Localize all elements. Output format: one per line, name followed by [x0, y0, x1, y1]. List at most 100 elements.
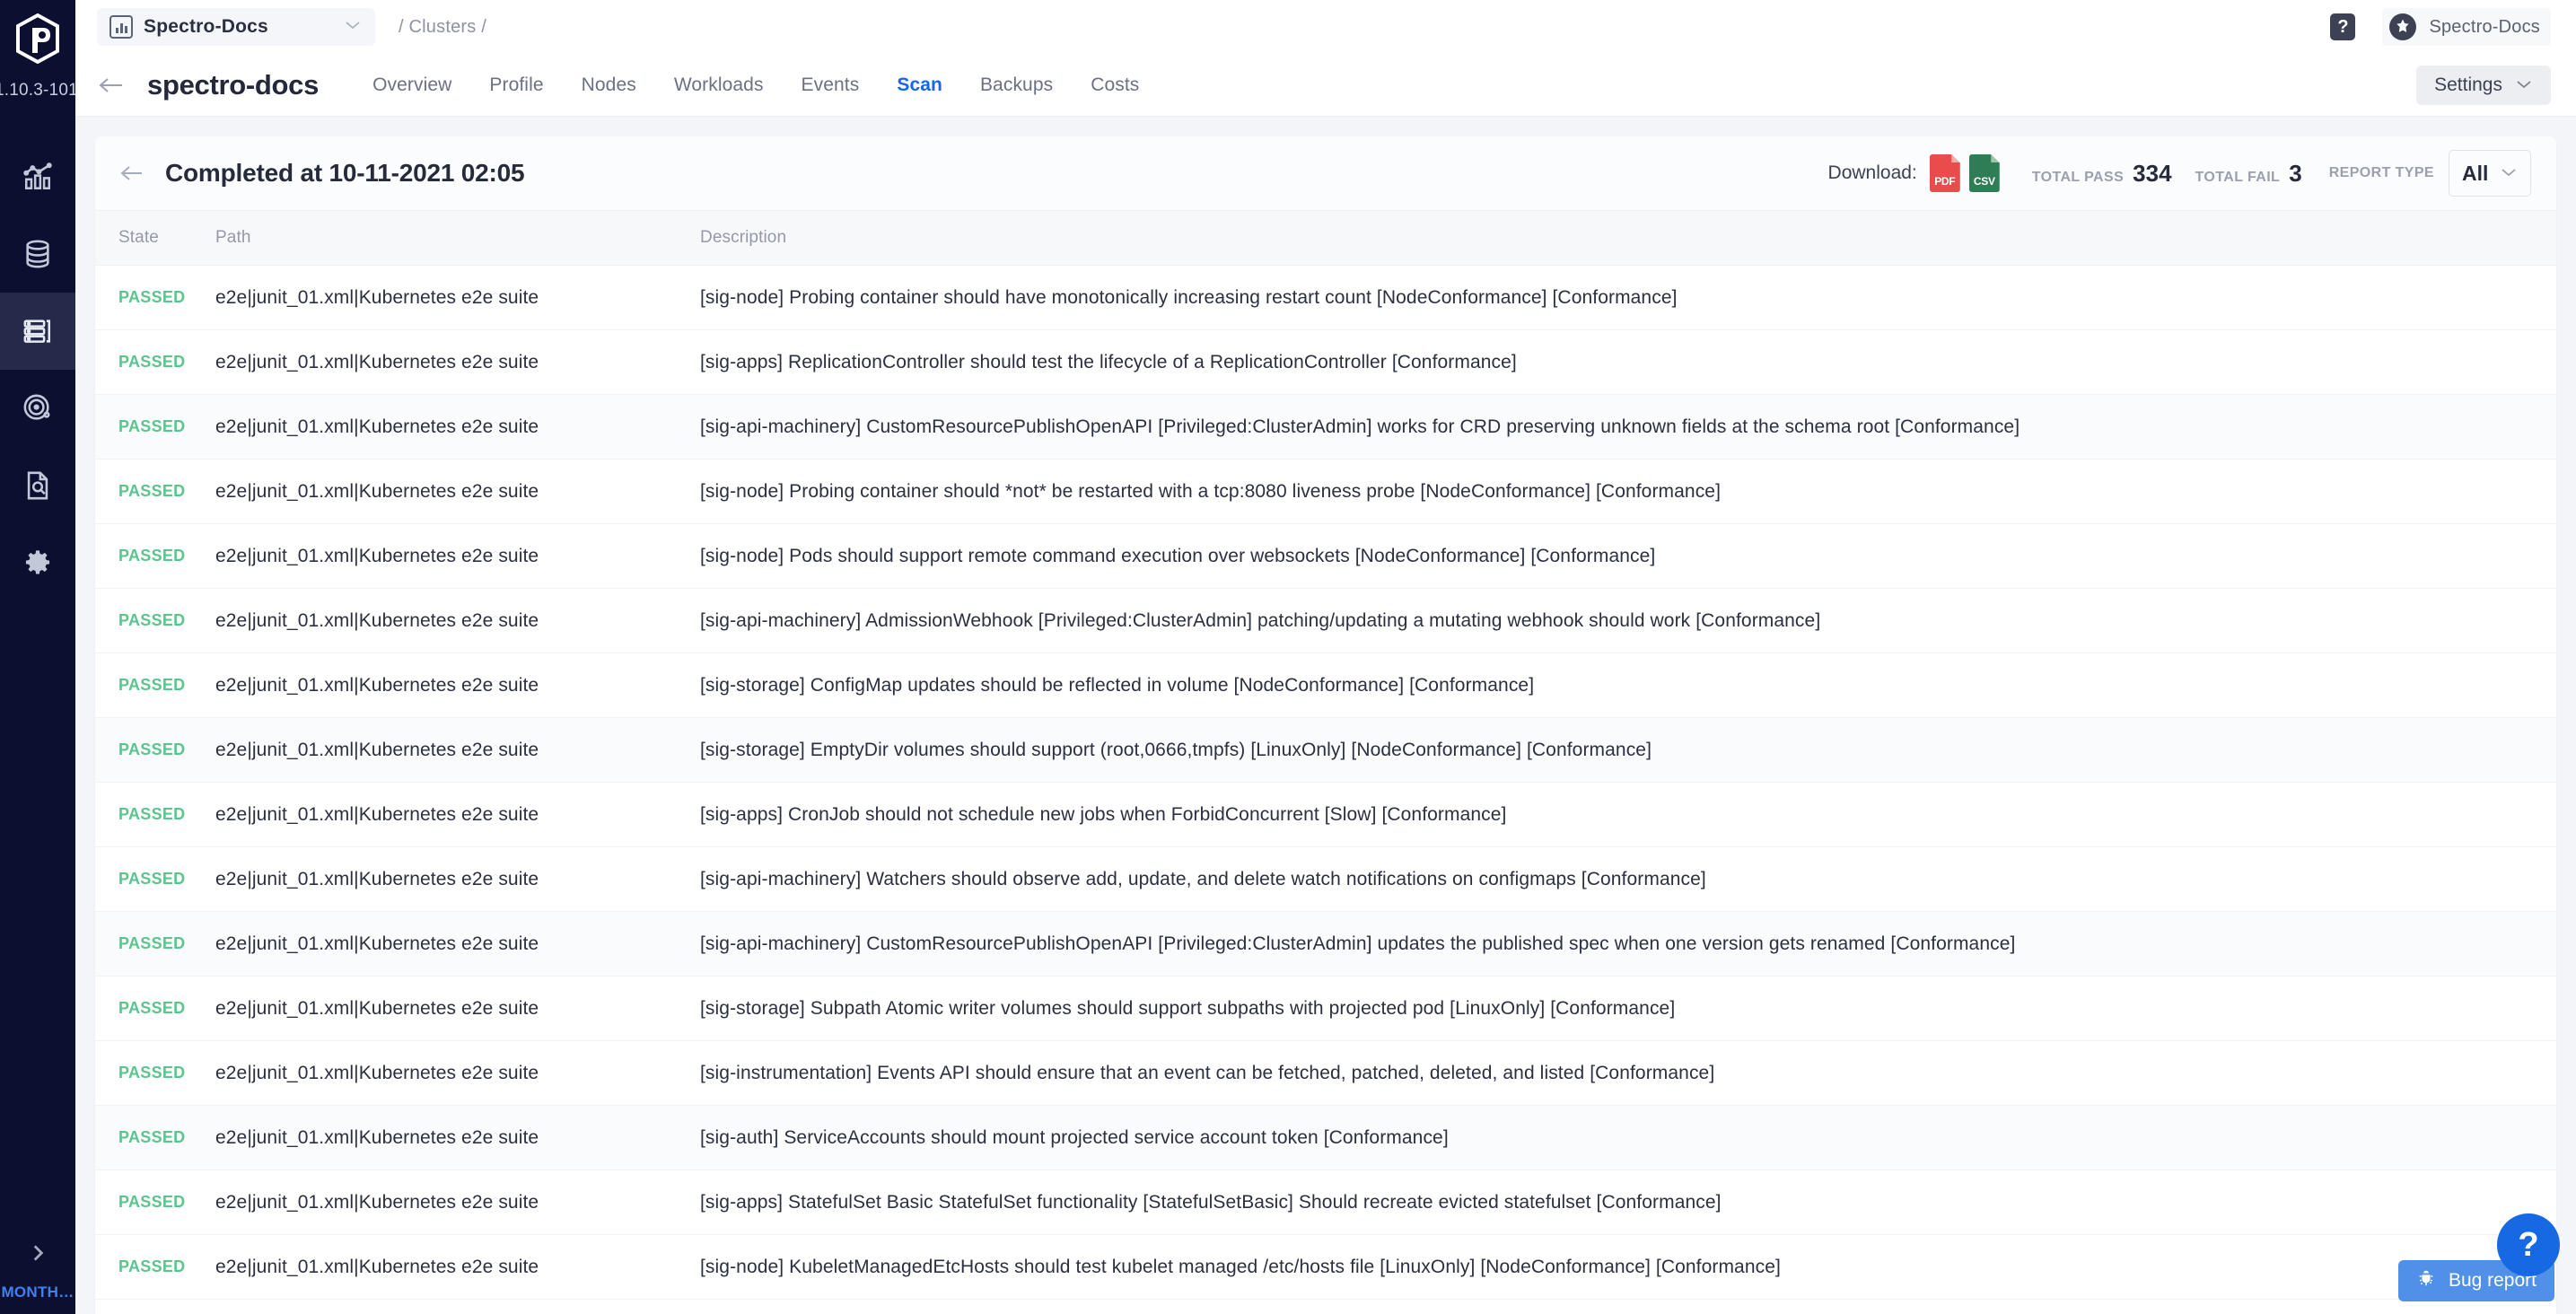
table-row[interactable]: PASSEDe2e|junit_01.xml|Kubernetes e2e su… [95, 524, 2556, 589]
spectrocloud-logo-icon[interactable] [0, 0, 75, 77]
row-description: [sig-api-machinery] Watchers should obse… [700, 869, 2533, 890]
arrow-left-icon[interactable] [118, 163, 147, 183]
arrow-left-icon[interactable] [97, 74, 127, 96]
sidebar-footer: MONTH… [0, 1241, 75, 1314]
table-row[interactable]: PASSEDe2e|junit_01.xml|Kubernetes e2e su… [95, 266, 2556, 330]
row-path: e2e|junit_01.xml|Kubernetes e2e suite [215, 481, 700, 503]
total-pass-stat: TOTAL PASS 334 [2032, 160, 2172, 188]
status-badge: PASSED [118, 353, 215, 372]
page-title: spectro-docs [147, 69, 319, 101]
tab-backups[interactable]: Backups [980, 74, 1053, 96]
tab-costs[interactable]: Costs [1091, 74, 1139, 96]
bug-icon [2416, 1268, 2436, 1293]
row-path: e2e|junit_01.xml|Kubernetes e2e suite [215, 610, 700, 632]
sidebar-item-settings[interactable] [0, 524, 75, 601]
table-row[interactable]: PASSEDe2e|junit_01.xml|Kubernetes e2e su… [95, 1235, 2556, 1300]
sidebar-item-dashboard[interactable] [0, 138, 75, 215]
row-description: [sig-node] Probing container should have… [700, 287, 2533, 309]
bar-chart-box-icon [110, 15, 133, 39]
status-badge: PASSED [118, 805, 215, 824]
analytics-chart-icon [22, 162, 53, 192]
status-badge: PASSED [118, 611, 215, 630]
scan-panel-header: Completed at 10-11-2021 02:05 Download: … [95, 136, 2556, 210]
row-path: e2e|junit_01.xml|Kubernetes e2e suite [215, 1127, 700, 1149]
main-area: Spectro-Docs / Clusters / ? Spectro-Docs [75, 0, 2576, 1314]
status-badge: PASSED [118, 740, 215, 759]
status-badge: PASSED [118, 934, 215, 953]
status-badge: PASSED [118, 288, 215, 307]
status-badge: PASSED [118, 1128, 215, 1147]
sidebar-item-projects[interactable] [0, 215, 75, 293]
chevron-down-icon [2500, 166, 2518, 180]
report-type-select[interactable]: All [2449, 150, 2531, 197]
row-path: e2e|junit_01.xml|Kubernetes e2e suite [215, 804, 700, 826]
help-fab-button[interactable]: ? [2497, 1213, 2560, 1276]
sidebar-item-profiles[interactable] [0, 370, 75, 447]
settings-button[interactable]: Settings [2416, 66, 2551, 105]
settings-button-label: Settings [2434, 74, 2502, 96]
orbit-atom-icon [22, 393, 53, 424]
status-badge: PASSED [118, 676, 215, 695]
column-header-state: State [118, 228, 215, 248]
user-menu[interactable]: Spectro-Docs [2382, 8, 2551, 46]
csv-file-icon[interactable]: CSV [1969, 154, 2000, 192]
row-description: [sig-auth] ServiceAccounts should mount … [700, 1127, 2533, 1149]
table-row[interactable]: PASSEDe2e|junit_01.xml|Kubernetes e2e su… [95, 1041, 2556, 1106]
tab-profile[interactable]: Profile [489, 74, 543, 96]
download-label: Download: [1828, 162, 1917, 184]
row-path: e2e|junit_01.xml|Kubernetes e2e suite [215, 287, 700, 309]
tab-overview[interactable]: Overview [372, 74, 451, 96]
row-description: [sig-instrumentation] Events API should … [700, 1063, 2533, 1084]
status-badge: PASSED [118, 870, 215, 889]
top-bar-right: ? Spectro-Docs [2330, 8, 2551, 46]
gear-icon [23, 548, 52, 577]
table-row[interactable]: PASSEDe2e|junit_01.xml|Kubernetes e2e su… [95, 330, 2556, 395]
row-path: e2e|junit_01.xml|Kubernetes e2e suite [215, 1257, 700, 1278]
app-root: 1.10.3-101121 [0, 0, 2576, 1314]
row-description: [sig-storage] Subpath Atomic writer volu… [700, 998, 2533, 1020]
row-path: e2e|junit_01.xml|Kubernetes e2e suite [215, 740, 700, 761]
table-row[interactable]: PASSEDe2e|junit_01.xml|Kubernetes e2e su… [95, 1170, 2556, 1235]
table-row[interactable]: PASSEDe2e|junit_01.xml|Kubernetes e2e su… [95, 395, 2556, 460]
table-row[interactable]: PASSEDe2e|junit_01.xml|Kubernetes e2e su… [95, 653, 2556, 718]
table-row[interactable]: PASSEDe2e|junit_01.xml|Kubernetes e2e su… [95, 912, 2556, 977]
sidebar-item-clusters[interactable] [0, 293, 75, 370]
tab-workloads[interactable]: Workloads [674, 74, 764, 96]
table-row[interactable]: PASSEDe2e|junit_01.xml|Kubernetes e2e su… [95, 460, 2556, 524]
scan-result-panel: Completed at 10-11-2021 02:05 Download: … [95, 136, 2556, 1314]
user-badge-icon [2389, 13, 2416, 40]
table-row[interactable]: PASSEDe2e|junit_01.xml|Kubernetes e2e su… [95, 847, 2556, 912]
status-badge: PASSED [118, 1193, 215, 1212]
cluster-header: spectro-docs Overview Profile Nodes Work… [75, 54, 2576, 117]
breadcrumb[interactable]: / Clusters / [399, 17, 486, 38]
tab-nodes[interactable]: Nodes [582, 74, 636, 96]
column-header-path: Path [215, 228, 700, 248]
pdf-file-icon[interactable]: PDF [1930, 154, 1960, 192]
chevron-right-icon[interactable] [26, 1241, 49, 1269]
row-description: [sig-node] KubeletManagedEtcHosts should… [700, 1257, 2533, 1278]
table-row[interactable]: PASSEDe2e|junit_01.xml|Kubernetes e2e su… [95, 1106, 2556, 1170]
row-description: [sig-api-machinery] CustomResourcePublis… [700, 933, 2533, 955]
total-fail-label: TOTAL FAIL [2195, 170, 2281, 186]
table-row[interactable]: PASSEDe2e|junit_01.xml|Kubernetes e2e su… [95, 589, 2556, 653]
table-row[interactable]: PASSEDe2e|junit_01.xml|Kubernetes e2e su… [95, 783, 2556, 847]
sidebar-item-audit[interactable] [0, 447, 75, 524]
app-version: 1.10.3-101121 [0, 81, 75, 101]
table-row[interactable]: PASSEDe2e|junit_01.xml|Kubernetes e2e su… [95, 718, 2556, 783]
sidebar-nav [0, 138, 75, 601]
cluster-tabs: Overview Profile Nodes Workloads Events … [372, 74, 1139, 96]
total-pass-value: 334 [2133, 160, 2171, 188]
scan-panel-actions: Download: PDF CSV TOTAL PASS 334 [1828, 150, 2531, 197]
table-row[interactable]: PASSEDe2e|junit_01.xml|Kubernetes e2e su… [95, 977, 2556, 1041]
tab-scan[interactable]: Scan [897, 74, 942, 96]
row-path: e2e|junit_01.xml|Kubernetes e2e suite [215, 869, 700, 890]
sidebar-month-label[interactable]: MONTH… [1, 1283, 74, 1301]
tab-events[interactable]: Events [802, 74, 860, 96]
total-fail-stat: TOTAL FAIL 3 [2195, 160, 2302, 188]
project-name: Spectro-Docs [144, 16, 268, 38]
question-mark-icon[interactable]: ? [2330, 13, 2355, 40]
project-selector[interactable]: Spectro-Docs [97, 8, 375, 46]
scan-content: Completed at 10-11-2021 02:05 Download: … [75, 117, 2576, 1314]
row-description: [sig-storage] ConfigMap updates should b… [700, 675, 2533, 696]
row-path: e2e|junit_01.xml|Kubernetes e2e suite [215, 933, 700, 955]
